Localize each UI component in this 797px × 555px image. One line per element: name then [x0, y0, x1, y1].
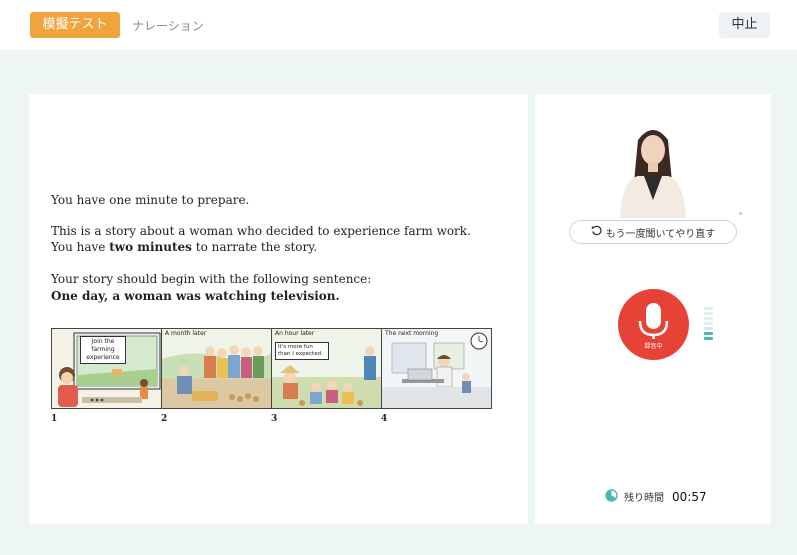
- replay-button[interactable]: もう一度聞いてやり直す: [569, 220, 737, 244]
- panel-number-2: 2: [161, 414, 168, 424]
- remaining-time: 残り時間 00:57: [605, 487, 707, 506]
- prompt-panel: You have one minute to prepare. This is …: [29, 94, 528, 524]
- panel-number-4: 4: [381, 414, 388, 424]
- record-button[interactable]: 録音中: [618, 289, 689, 360]
- remaining-value: 00:57: [672, 489, 707, 504]
- replay-icon: [591, 225, 602, 239]
- panel-3-illustration: [272, 329, 381, 408]
- level-bar-6: [704, 332, 713, 335]
- level-bar-3: [704, 317, 713, 320]
- mode-badge: 模擬テスト: [30, 12, 120, 38]
- level-bar-5: [704, 327, 713, 330]
- speech-bubble: It's more fun than I expected.: [275, 342, 329, 360]
- replay-label: もう一度聞いてやり直す: [605, 228, 716, 240]
- remaining-label: 残り時間: [624, 493, 664, 504]
- examiner-avatar: [608, 122, 698, 218]
- first-sentence: One day, a woman was watching television…: [51, 289, 340, 303]
- panel-4-illustration: [382, 329, 491, 408]
- recorder-panel: もう一度聞いてやり直す 録音中 残り時間 00:57: [535, 94, 771, 524]
- timer-icon: [605, 487, 618, 506]
- panel-4-caption: The next morning: [385, 330, 439, 337]
- prep-instruction: You have one minute to prepare.: [51, 193, 250, 207]
- level-bar-2: [704, 312, 713, 315]
- level-bar-4: [704, 322, 713, 325]
- comic-panel-1: Join the farming experience: [52, 329, 162, 408]
- tv-caption: Join the farming experience: [80, 336, 126, 364]
- panel-3-caption: An hour later: [275, 330, 315, 337]
- begin-instruction: Your story should begin with the followi…: [51, 272, 372, 286]
- section-tab: ナレーション: [132, 19, 204, 33]
- stop-button[interactable]: 中止: [719, 12, 770, 38]
- time-instruction: You have two minutes to narrate the stor…: [51, 240, 318, 254]
- comic-panel-4: The next morning: [382, 329, 491, 408]
- panel-number-1: 1: [51, 414, 58, 424]
- panel-2-caption: A month later: [165, 330, 207, 337]
- level-bar-7: [704, 337, 713, 340]
- comic-strip: Join the farming experience A month late…: [51, 328, 492, 409]
- top-bar: 模擬テスト ナレーション 中止: [0, 0, 797, 50]
- indicator-dot: [739, 212, 742, 215]
- comic-panel-3: An hour later It's more fun than I expec…: [272, 329, 382, 408]
- comic-panel-2: A month later: [162, 329, 272, 408]
- panel-2-illustration: [162, 329, 271, 408]
- panel-number-3: 3: [271, 414, 278, 424]
- story-description: This is a story about a woman who decide…: [51, 224, 471, 238]
- recording-status: 録音中: [644, 343, 663, 350]
- level-bar-1: [704, 307, 713, 310]
